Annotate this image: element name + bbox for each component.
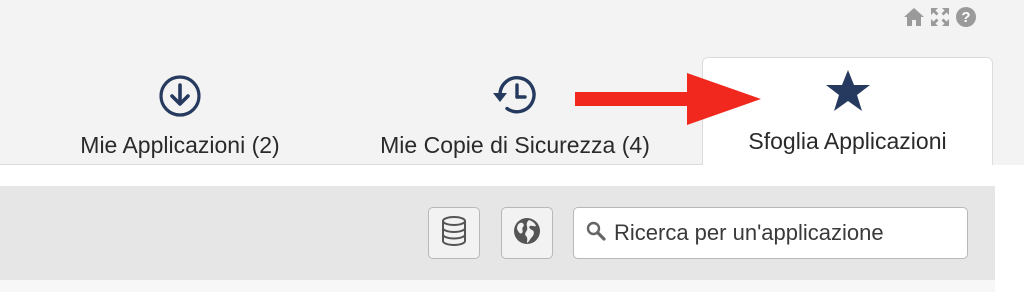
globe-button[interactable] bbox=[501, 207, 553, 259]
content-gap bbox=[0, 165, 995, 186]
search-icon bbox=[586, 221, 606, 246]
search-box[interactable] bbox=[573, 207, 968, 259]
download-circle-icon bbox=[158, 72, 202, 118]
database-icon bbox=[439, 215, 469, 252]
tab-browse-applications-label: Sfoglia Applicazioni bbox=[748, 128, 947, 154]
red-arrow-icon bbox=[575, 70, 765, 135]
tab-my-backups-label: Mie Copie di Sicurezza (4) bbox=[380, 132, 650, 158]
star-icon bbox=[824, 68, 872, 114]
search-input[interactable] bbox=[612, 219, 956, 247]
right-margin bbox=[995, 165, 1024, 292]
globe-icon bbox=[512, 216, 542, 251]
database-button[interactable] bbox=[428, 207, 480, 259]
tab-my-applications[interactable]: Mie Applicazioni (2) bbox=[60, 60, 300, 165]
history-icon bbox=[491, 72, 539, 118]
tab-bar: Mie Applicazioni (2) Mie Copie di Sicure… bbox=[0, 0, 1024, 165]
toolbar-bottom-edge bbox=[0, 280, 995, 292]
tab-my-applications-label: Mie Applicazioni (2) bbox=[80, 132, 280, 158]
